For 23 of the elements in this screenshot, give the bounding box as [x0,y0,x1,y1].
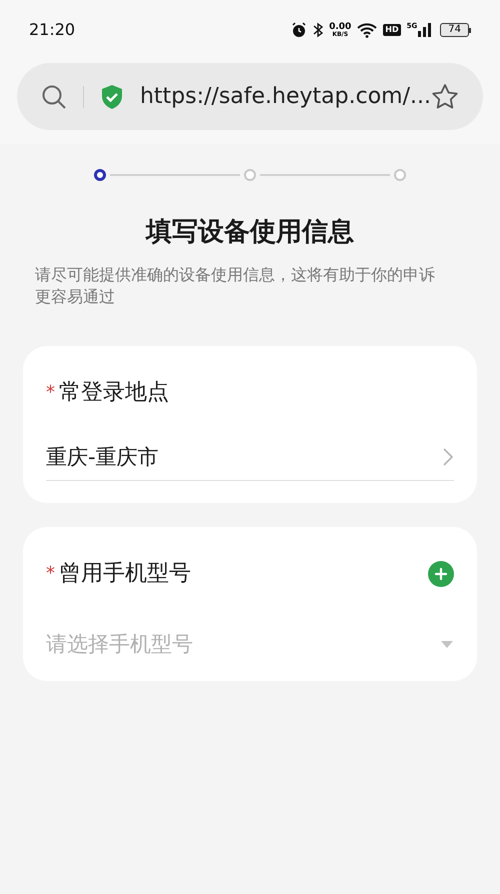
signal-icon [418,23,432,37]
required-mark: * [46,565,55,583]
add-button[interactable] [428,561,454,587]
battery-level: 74 [440,23,469,37]
field-label: 曾用手机型号 [59,560,191,588]
status-time: 21:20 [29,19,76,41]
address-bar[interactable]: https://safe.heytap.com/... [17,63,483,130]
page-description: 请尽可能提供准确的设备使用信息，这将有助于你的申诉更容易通过 [35,264,436,308]
location-picker[interactable]: 重庆-重庆市 [46,442,454,481]
star-icon[interactable] [431,82,459,110]
speed-value: 0.00 [329,22,352,32]
field-label: 常登录地点 [59,379,169,407]
plus-icon [434,567,448,581]
alarm-icon [291,22,308,38]
wifi-icon [357,22,378,38]
required-mark: * [46,384,55,402]
caret-icon [440,640,454,648]
url-text: https://safe.heytap.com/... [140,83,431,111]
page-title: 填写设备使用信息 [144,216,355,249]
chevron-right-icon [442,447,454,467]
search-icon[interactable] [41,84,67,110]
bluetooth-icon [313,22,324,38]
hd-badge: HD [383,24,401,36]
